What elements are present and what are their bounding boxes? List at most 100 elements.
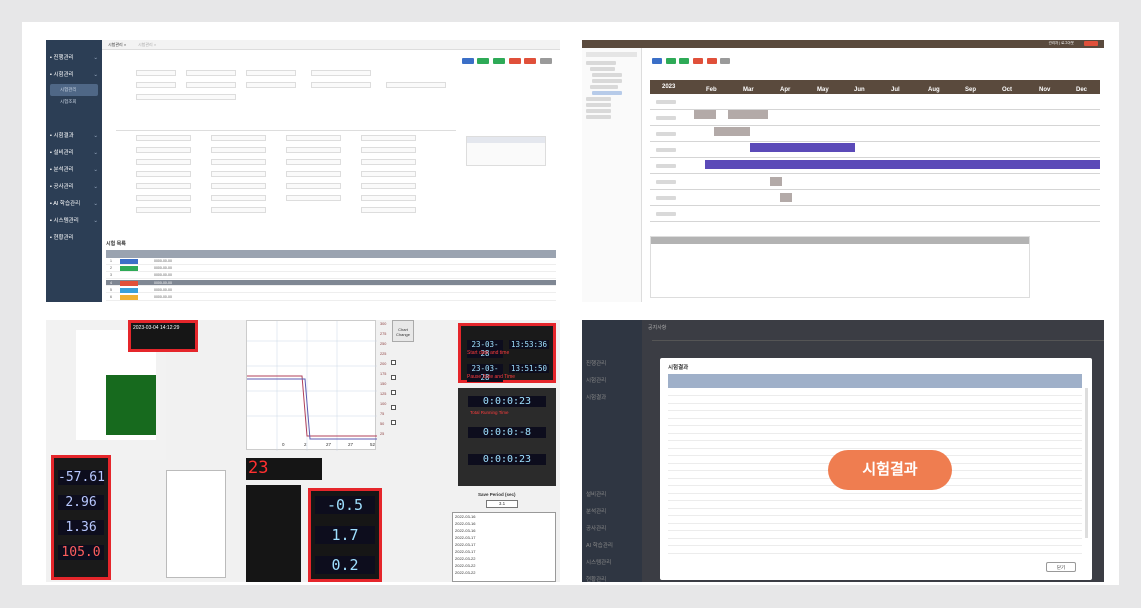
form-field[interactable] bbox=[136, 171, 191, 177]
sidebar-item-system[interactable]: ▪ 시스템관리 ⌄ bbox=[46, 213, 102, 230]
form-field[interactable] bbox=[361, 171, 416, 177]
table-row[interactable] bbox=[668, 442, 1082, 449]
sidebar-item[interactable]: 설비관리 bbox=[582, 487, 642, 504]
search-button[interactable] bbox=[461, 58, 474, 64]
sidebar-item-test[interactable]: ▪ 시험관리 ⌄ bbox=[46, 67, 102, 84]
chart-change-button[interactable]: Chart Change bbox=[392, 320, 414, 342]
tree-item[interactable] bbox=[586, 97, 611, 101]
tree-item[interactable] bbox=[586, 109, 611, 113]
save-period-input[interactable]: 3.1 bbox=[486, 500, 518, 508]
form-field[interactable] bbox=[286, 135, 341, 141]
sidebar-subitem-selected[interactable]: 시험관리 bbox=[50, 84, 98, 96]
form-field[interactable] bbox=[211, 183, 266, 189]
tab-inactive[interactable]: 시험관리 × bbox=[138, 42, 156, 48]
form-field[interactable] bbox=[361, 159, 416, 165]
form-field[interactable] bbox=[211, 159, 266, 165]
form-field[interactable] bbox=[246, 82, 296, 88]
close-button[interactable] bbox=[540, 58, 552, 64]
table-row[interactable] bbox=[668, 524, 1082, 531]
form-field[interactable] bbox=[286, 159, 341, 165]
table-row[interactable]: 70000-00-00 bbox=[106, 301, 556, 302]
table-row[interactable] bbox=[668, 494, 1082, 501]
form-field[interactable] bbox=[136, 147, 191, 153]
table-row[interactable]: 3 0000-00-00 bbox=[106, 272, 556, 279]
checkbox[interactable] bbox=[391, 420, 396, 425]
gantt-bar[interactable] bbox=[714, 127, 750, 136]
tree-item[interactable] bbox=[586, 61, 616, 65]
print-button[interactable] bbox=[524, 58, 537, 64]
sidebar-item[interactable]: 진행관리 bbox=[582, 356, 642, 373]
form-field[interactable] bbox=[136, 183, 191, 189]
form-field[interactable] bbox=[136, 82, 176, 88]
form-field[interactable] bbox=[286, 147, 341, 153]
checkbox[interactable] bbox=[391, 405, 396, 410]
gantt-bar[interactable] bbox=[750, 143, 855, 152]
form-field[interactable] bbox=[286, 183, 341, 189]
sidebar-item-equipment[interactable]: ▪ 설비관리 ⌄ bbox=[46, 145, 102, 162]
scrollbar[interactable] bbox=[1085, 388, 1088, 538]
table-row[interactable]: 1 0000-00-00 bbox=[106, 258, 556, 265]
sidebar-item[interactable]: 현황관리 bbox=[582, 572, 642, 582]
form-field[interactable] bbox=[311, 82, 371, 88]
toolbar-button[interactable] bbox=[665, 58, 676, 64]
table-row[interactable]: 4 0000-00-00 bbox=[106, 279, 556, 287]
form-field[interactable] bbox=[311, 70, 371, 76]
form-field[interactable] bbox=[211, 147, 266, 153]
toolbar-button[interactable] bbox=[706, 58, 717, 64]
sidebar-item[interactable]: 시험관리 bbox=[582, 373, 642, 390]
sidebar-item[interactable]: AI 학습관리 bbox=[582, 538, 642, 555]
date-field[interactable] bbox=[186, 70, 236, 76]
table-row[interactable] bbox=[668, 404, 1082, 411]
form-field[interactable] bbox=[136, 195, 191, 201]
toolbar-button[interactable] bbox=[720, 58, 731, 64]
form-field[interactable] bbox=[386, 82, 446, 88]
sidebar-item[interactable]: 시스템관리 bbox=[582, 555, 642, 572]
tree-item[interactable] bbox=[590, 67, 615, 71]
toolbar-button[interactable] bbox=[652, 58, 662, 64]
sidebar-subitem[interactable]: 시험조회 bbox=[46, 96, 102, 108]
sidebar-item-progress[interactable]: ▪ 진행관리 ⌄ bbox=[46, 50, 102, 67]
form-field[interactable] bbox=[211, 207, 266, 213]
table-row[interactable]: 6 0000-00-00 bbox=[106, 294, 556, 301]
sidebar-item-status[interactable]: ▪ 현황관리 bbox=[46, 230, 102, 247]
gantt-bar[interactable] bbox=[770, 177, 782, 186]
table-row[interactable] bbox=[668, 517, 1082, 524]
form-field[interactable] bbox=[361, 207, 416, 213]
gantt-bar[interactable] bbox=[705, 160, 1100, 169]
form-field[interactable] bbox=[211, 135, 266, 141]
tab-active[interactable]: 시험관리 × bbox=[108, 42, 126, 48]
table-row[interactable] bbox=[668, 389, 1082, 396]
form-field[interactable] bbox=[286, 195, 341, 201]
form-field[interactable] bbox=[211, 195, 266, 201]
form-field[interactable] bbox=[361, 135, 416, 141]
form-field[interactable] bbox=[186, 82, 236, 88]
form-field[interactable] bbox=[361, 195, 416, 201]
table-row[interactable] bbox=[668, 427, 1082, 434]
sidebar-item[interactable]: 시험결과 bbox=[582, 390, 642, 407]
form-field[interactable] bbox=[136, 135, 191, 141]
save-button[interactable] bbox=[492, 58, 505, 64]
form-field[interactable] bbox=[286, 171, 341, 177]
table-row[interactable] bbox=[668, 434, 1082, 441]
tree-item[interactable] bbox=[586, 115, 611, 119]
table-row[interactable]: 2 0000-00-00 bbox=[106, 265, 556, 272]
new-button[interactable] bbox=[477, 58, 490, 64]
tree-search-input[interactable] bbox=[586, 52, 637, 57]
table-row[interactable] bbox=[668, 419, 1082, 426]
tree-item[interactable] bbox=[590, 85, 618, 89]
sidebar-item[interactable]: 분석관리 bbox=[582, 504, 642, 521]
checkbox[interactable] bbox=[391, 375, 396, 380]
sidebar-item-result[interactable]: ▪ 시험결과 ⌄ bbox=[46, 128, 102, 145]
gantt-bar[interactable] bbox=[728, 110, 768, 119]
table-row[interactable] bbox=[668, 397, 1082, 404]
form-field[interactable] bbox=[361, 147, 416, 153]
table-row[interactable] bbox=[668, 539, 1082, 546]
table-row[interactable] bbox=[668, 547, 1082, 554]
toolbar-button[interactable] bbox=[679, 58, 690, 64]
form-field[interactable] bbox=[136, 94, 236, 100]
table-row[interactable] bbox=[668, 412, 1082, 419]
delete-button[interactable] bbox=[508, 58, 521, 64]
form-field[interactable] bbox=[136, 159, 191, 165]
table-row[interactable] bbox=[668, 509, 1082, 516]
logout-button[interactable] bbox=[1084, 41, 1098, 46]
